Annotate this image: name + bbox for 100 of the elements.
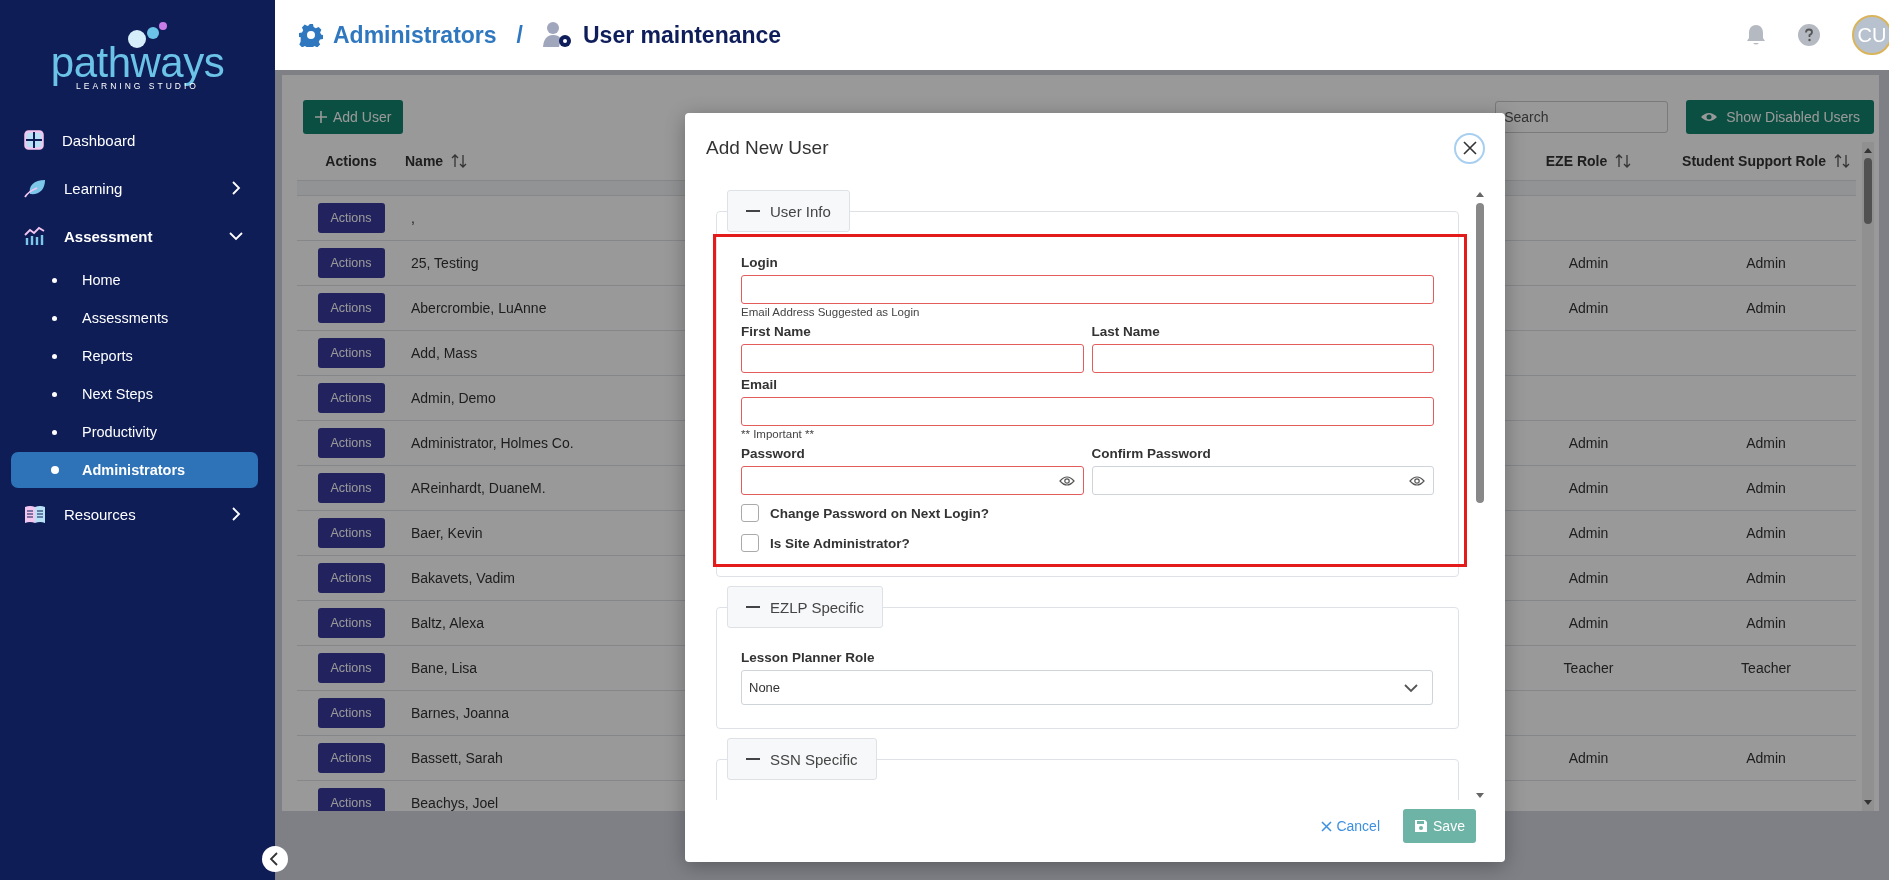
sidebar-subitem[interactable]: Reports [11, 338, 258, 374]
actions-button[interactable]: Actions [317, 338, 385, 368]
section-toggle[interactable]: User Info [727, 190, 850, 232]
table-cell: Add, Mass [411, 345, 478, 361]
section-toggle[interactable]: EZLP Specific [727, 586, 883, 628]
bullet-icon [52, 429, 57, 435]
text-field[interactable] [741, 344, 1084, 373]
section-toggle[interactable]: SSN Specific [727, 738, 877, 780]
table-cell: Admin [1746, 300, 1786, 316]
actions-button[interactable]: Actions [317, 788, 385, 811]
actions-button[interactable]: Actions [317, 293, 385, 323]
sidebar-item[interactable]: Resources [0, 490, 275, 538]
field-label: Lesson Planner Role [741, 649, 876, 667]
eye-icon[interactable] [1058, 474, 1075, 487]
actions-button[interactable]: Actions [317, 473, 385, 503]
sidebar-subitem[interactable]: Home [11, 262, 258, 298]
table-cell: Admin [1746, 570, 1786, 586]
field-label: Password [741, 445, 806, 463]
actions-button[interactable]: Actions [317, 743, 385, 773]
cancel-link[interactable]: Cancel [1321, 809, 1380, 843]
password-field[interactable] [741, 466, 1084, 495]
checkbox[interactable] [741, 534, 759, 552]
table-cell: Admin [1746, 525, 1786, 541]
column-header[interactable]: Student Support Role [1682, 153, 1826, 169]
sidebar-subitem[interactable]: Assessments [11, 300, 258, 336]
field-label: Confirm Password [1091, 445, 1212, 463]
checkbox-label: Is Site Administrator? [770, 535, 910, 551]
sort-icon[interactable] [451, 153, 468, 169]
actions-button[interactable]: Actions [317, 563, 385, 593]
actions-button[interactable]: Actions [317, 698, 385, 728]
add-user-button[interactable]: Add User [303, 100, 404, 134]
field-hint: Email Address Suggested as Login [741, 305, 920, 320]
sidebar-item[interactable]: Learning [0, 164, 275, 212]
field-hint: ** Important ** [741, 427, 814, 442]
checkbox[interactable] [741, 504, 759, 522]
breadcrumb-separator: / [516, 21, 523, 49]
gear-icon [299, 23, 323, 47]
table-cell: Admin [1568, 750, 1609, 766]
sidebar-subitem[interactable]: Next Steps [11, 376, 258, 412]
field-label: Email [741, 376, 779, 394]
bullet-icon [52, 315, 57, 321]
sidebar-item[interactable]: Dashboard [0, 116, 275, 164]
table-cell: , [411, 210, 415, 226]
sidebar-subitem[interactable]: Productivity [11, 414, 258, 450]
actions-button[interactable]: Actions [317, 608, 385, 638]
plus-icon [315, 111, 327, 123]
table-cell: Teacher [1741, 660, 1791, 676]
table-cell: Admin [1568, 255, 1609, 271]
eye-icon [1700, 111, 1719, 123]
close-icon [1321, 820, 1333, 832]
sidebar-subitem[interactable]: Administrators [11, 452, 258, 488]
minus-icon [746, 605, 760, 609]
text-field[interactable] [741, 275, 1434, 304]
scroll-bar[interactable] [1862, 142, 1874, 811]
sort-icon[interactable] [1615, 153, 1632, 169]
actions-button[interactable]: Actions [317, 203, 385, 233]
column-header[interactable]: EZE Role [1545, 153, 1608, 169]
help-icon[interactable] [1798, 24, 1820, 46]
actions-button[interactable]: Actions [317, 383, 385, 413]
actions-button[interactable]: Actions [317, 653, 385, 683]
actions-button[interactable]: Actions [317, 248, 385, 278]
field-label: Last Name [1091, 323, 1161, 341]
checkbox-label: Change Password on Next Login? [770, 505, 990, 521]
select-field[interactable]: None [741, 670, 1433, 705]
eye-icon[interactable] [1409, 474, 1425, 487]
table-cell: Admin [1568, 525, 1609, 541]
actions-button[interactable]: Actions [317, 518, 385, 548]
table-cell: Admin [1568, 300, 1609, 316]
table-cell: Administrator, Holmes Co. [411, 435, 574, 451]
column-header: Actions [325, 153, 377, 169]
table-cell: Beachys, Joel [411, 795, 499, 811]
table-cell: 25, Testing [411, 255, 479, 271]
table-cell: Admin [1568, 615, 1609, 631]
sort-icon[interactable] [1833, 153, 1850, 169]
breadcrumb-link[interactable]: Administrators [299, 21, 497, 49]
table-cell: Admin [1746, 435, 1786, 451]
table-cell: Teacher [1563, 660, 1614, 676]
table-cell: Admin [1746, 750, 1786, 766]
bell-icon[interactable] [1746, 24, 1766, 46]
text-field[interactable] [1091, 344, 1434, 373]
bullet-icon [52, 391, 57, 397]
user-gear-icon [543, 21, 573, 49]
bullet-icon [52, 277, 57, 283]
column-header[interactable]: Name [405, 153, 444, 169]
search-field[interactable]: Search [1495, 101, 1669, 133]
minus-icon [746, 757, 760, 761]
table-cell: Admin [1746, 480, 1786, 496]
book-icon [24, 504, 46, 524]
table-cell: Bakavets, Vadim [411, 570, 515, 586]
leaf-icon [24, 178, 46, 198]
sidebar-item[interactable]: Assessment [0, 212, 275, 260]
close-button[interactable] [1454, 132, 1485, 164]
table-cell: Admin [1746, 615, 1786, 631]
field-label: Login [741, 254, 779, 272]
text-field[interactable] [741, 397, 1434, 426]
table-cell: Admin, Demo [411, 390, 496, 406]
table-cell: Admin [1568, 570, 1609, 586]
actions-button[interactable]: Actions [317, 428, 385, 458]
table-cell: Admin [1568, 435, 1609, 451]
field-label: First Name [741, 323, 812, 341]
